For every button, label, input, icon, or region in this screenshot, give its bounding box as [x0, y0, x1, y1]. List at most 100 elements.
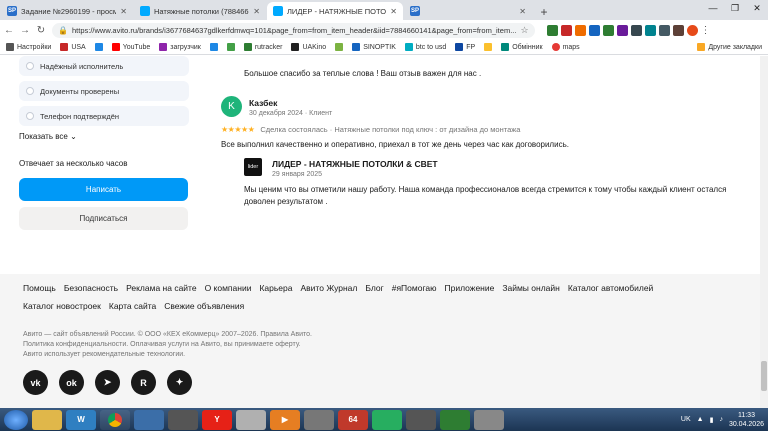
check-circle-icon: [26, 62, 34, 70]
footer-link[interactable]: О компании: [205, 283, 252, 293]
url-text[interactable]: https://www.avito.ru/brands/i3677684637g…: [72, 26, 516, 35]
footer-link[interactable]: Приложение: [444, 283, 494, 293]
extension-icon[interactable]: [602, 24, 614, 36]
back-icon[interactable]: ←: [4, 25, 14, 36]
reviewer-name[interactable]: Казбек: [249, 98, 277, 108]
taskbar-yandex-icon[interactable]: Y: [202, 409, 232, 430]
footer-link[interactable]: #яПомогаю: [392, 283, 437, 293]
close-tab-icon[interactable]: ✕: [253, 7, 260, 16]
extension-icon[interactable]: [672, 24, 684, 36]
close-tab-icon[interactable]: ✕: [120, 7, 127, 16]
bookmark-item[interactable]: [226, 43, 235, 51]
telegram-icon[interactable]: ➤: [95, 370, 120, 395]
bookmark-item[interactable]: [335, 43, 344, 51]
other-bookmarks[interactable]: Другие закладки: [697, 43, 762, 51]
bookmark-rutracker[interactable]: rutracker: [243, 43, 282, 51]
bookmark-fp[interactable]: FP: [455, 43, 475, 51]
taskbar-folder-icon[interactable]: [32, 409, 62, 430]
bookmark-maps[interactable]: maps: [551, 43, 580, 51]
extension-icon[interactable]: [546, 24, 558, 36]
extension-icon[interactable]: [644, 24, 656, 36]
close-tab-icon[interactable]: ✕: [519, 7, 526, 16]
browser-tab[interactable]: SP Задание №2960199 - просмотр з ✕: [1, 2, 133, 20]
extension-icon[interactable]: [616, 24, 628, 36]
taskbar-app-icon[interactable]: [406, 409, 436, 430]
profile-avatar[interactable]: [686, 24, 698, 36]
browser-tab[interactable]: Натяжные потолки (7884660141) ✕: [134, 2, 266, 20]
network-icon[interactable]: ▮: [710, 416, 714, 424]
legal-line[interactable]: Авито использует рекомендательные технол…: [23, 350, 312, 360]
scrollbar-thumb[interactable]: [761, 361, 767, 391]
footer-link[interactable]: Займы онлайн: [502, 283, 559, 293]
show-all-link[interactable]: Показать все ⌄: [19, 132, 189, 141]
extension-icon[interactable]: [574, 24, 586, 36]
reload-icon[interactable]: ↻: [36, 25, 46, 36]
bookmark-usa[interactable]: USA: [60, 43, 86, 51]
taskbar-chrome-icon[interactable]: [100, 409, 130, 430]
taskbar-app-icon[interactable]: [168, 409, 198, 430]
address-bar[interactable]: 🔒 https://www.avito.ru/brands/i367768463…: [52, 22, 535, 38]
close-window-icon[interactable]: ✕: [746, 0, 768, 16]
odnoklassniki-icon[interactable]: ok: [59, 370, 84, 395]
forward-icon[interactable]: →: [20, 25, 30, 36]
maximize-icon[interactable]: ❐: [724, 0, 746, 16]
taskbar-app-icon[interactable]: [236, 409, 266, 430]
bookmark-label: FP: [466, 43, 476, 51]
taskbar-app-icon[interactable]: [440, 409, 470, 430]
extension-icon[interactable]: [658, 24, 670, 36]
vk-icon[interactable]: vk: [23, 370, 48, 395]
minimize-icon[interactable]: —: [702, 0, 724, 16]
bookmark-item[interactable]: [484, 43, 493, 51]
extension-icon[interactable]: [588, 24, 600, 36]
taskbar-app-icon[interactable]: W: [66, 409, 96, 430]
browser-tab-active[interactable]: ЛИДЕР - НАТЯЖНЫЕ ПОТОЛКИ & С ✕: [267, 2, 403, 20]
footer-link[interactable]: Помощь: [23, 283, 56, 293]
bookmark-btc[interactable]: btc to usd: [404, 43, 446, 51]
tray-arrow-icon[interactable]: ▲: [697, 416, 704, 423]
volume-icon[interactable]: ♪: [719, 416, 723, 423]
taskbar-app-icon[interactable]: [474, 409, 504, 430]
footer-link[interactable]: Карта сайта: [109, 301, 156, 311]
language-indicator[interactable]: UK: [681, 416, 691, 423]
bookmark-item[interactable]: [94, 43, 103, 51]
bookmark-youtube[interactable]: YouTube: [111, 43, 150, 51]
taskbar-media-icon[interactable]: ▶: [270, 409, 300, 430]
page-scrollbar[interactable]: [760, 56, 768, 408]
footer-link[interactable]: Безопасность: [64, 283, 118, 293]
bookmark-star-icon[interactable]: ☆: [520, 25, 528, 36]
bookmarks-bar: Настройки USA YouTube загрузчик rutracke…: [0, 40, 768, 55]
rutube-icon[interactable]: R: [131, 370, 156, 395]
taskbar-app-icon[interactable]: [304, 409, 334, 430]
footer-link[interactable]: Каталог новостроек: [23, 301, 101, 311]
extension-icon[interactable]: [560, 24, 572, 36]
subscribe-button[interactable]: Подписаться: [19, 207, 188, 230]
bookmark-sinoptik[interactable]: SINOPTIK: [352, 43, 396, 51]
dzen-icon[interactable]: ✦: [167, 370, 192, 395]
extension-icon[interactable]: [630, 24, 642, 36]
bookmark-item[interactable]: [209, 43, 218, 51]
footer-link[interactable]: Каталог автомобилей: [568, 283, 653, 293]
close-tab-icon[interactable]: ✕: [390, 7, 397, 16]
avatar[interactable]: K: [221, 96, 242, 117]
bookmark-exchanger[interactable]: Обмінник: [501, 43, 543, 51]
footer-link[interactable]: Реклама на сайте: [126, 283, 197, 293]
bookmark-settings[interactable]: Настройки: [6, 43, 51, 51]
bookmark-loader[interactable]: загрузчик: [159, 43, 201, 51]
footer-link[interactable]: Свежие объявления: [164, 301, 244, 311]
taskbar-app-icon[interactable]: [134, 409, 164, 430]
seller-name: ЛИДЕР - НАТЯЖНЫЕ ПОТОЛКИ & СВЕТ: [272, 159, 438, 169]
new-tab-button[interactable]: +: [536, 4, 552, 20]
menu-icon[interactable]: ⋮: [701, 25, 711, 36]
clock[interactable]: 11:33 30.04.2026: [729, 411, 764, 429]
bookmark-uakino[interactable]: UAKino: [291, 43, 326, 51]
legal-line[interactable]: Авито — сайт объявлений России. © ООО «К…: [23, 330, 312, 340]
footer-link[interactable]: Блог: [365, 283, 383, 293]
legal-line[interactable]: Политика конфиденциальности. Оплачивая у…: [23, 340, 312, 350]
browser-tab[interactable]: SP ✕: [404, 2, 532, 20]
taskbar-app-icon[interactable]: 64: [338, 409, 368, 430]
write-button[interactable]: Написать: [19, 178, 188, 201]
start-button[interactable]: [4, 409, 28, 430]
footer-link[interactable]: Карьера: [259, 283, 292, 293]
taskbar-app-icon[interactable]: [372, 409, 402, 430]
footer-link[interactable]: Авито Журнал: [301, 283, 358, 293]
